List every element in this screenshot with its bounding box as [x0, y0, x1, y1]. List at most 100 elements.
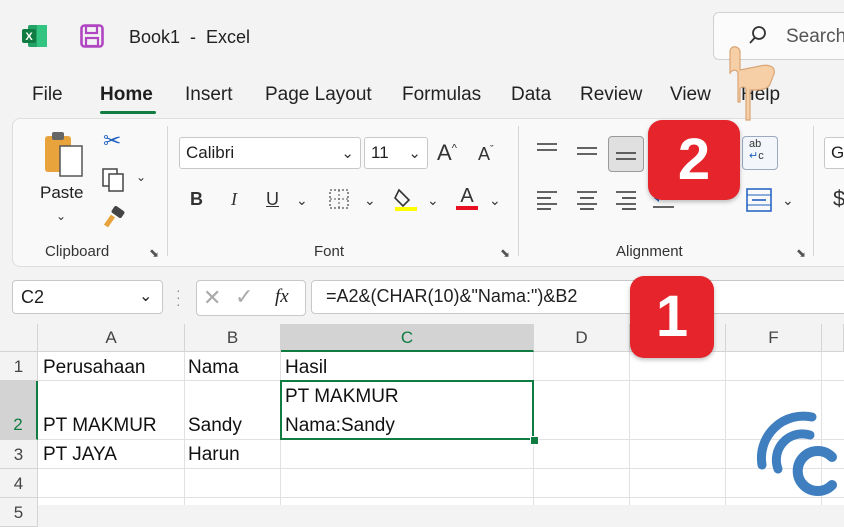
chevron-down-icon: ⌄: [139, 288, 153, 305]
chevron-down-icon: ⌄: [341, 145, 354, 162]
svg-text:A: A: [460, 185, 474, 207]
clipboard-icon: [42, 130, 86, 183]
italic-button[interactable]: I: [231, 189, 237, 210]
alignment-launcher-icon[interactable]: ⬊: [796, 246, 806, 260]
font-color-icon[interactable]: A: [454, 184, 480, 217]
row-header-1[interactable]: 1: [0, 352, 38, 381]
formula-bar-grip-icon: · · ·: [176, 282, 181, 312]
currency-icon[interactable]: $: [833, 186, 844, 212]
watermark-logo-icon: [752, 405, 844, 502]
tab-review[interactable]: Review: [580, 84, 642, 106]
gridline: [38, 497, 844, 498]
fill-handle[interactable]: [530, 436, 539, 445]
cancel-icon[interactable]: ✕: [203, 285, 221, 311]
step-badge-2: 2: [648, 120, 740, 200]
cell-c2-line2: Nama:Sandy: [285, 415, 395, 436]
align-center-icon[interactable]: [576, 190, 598, 215]
ribbon-separator: [813, 126, 814, 256]
merge-chevron-down-icon[interactable]: ⌄: [782, 192, 794, 209]
align-left-icon[interactable]: [536, 190, 558, 215]
merge-center-icon[interactable]: [746, 188, 772, 217]
select-all-corner[interactable]: [0, 324, 38, 352]
row-header-2[interactable]: 2: [0, 381, 38, 440]
column-header-f[interactable]: F: [726, 324, 822, 352]
title-bar: X Book1 - Excel Search: [0, 0, 844, 72]
column-header-a[interactable]: A: [38, 324, 185, 352]
bottom-align-button[interactable]: [608, 136, 644, 172]
number-format-dropdown[interactable]: Ge: [824, 137, 844, 169]
formula-input[interactable]: =A2&(CHAR(10)&"Nama:")&B2: [311, 280, 844, 314]
name-box[interactable]: C2 ⌄: [12, 280, 163, 314]
font-name-dropdown[interactable]: Calibri ⌄: [179, 137, 361, 169]
underline-button[interactable]: U: [266, 189, 279, 210]
cell-b1[interactable]: Nama: [188, 357, 239, 379]
window-title: Book1 - Excel: [129, 27, 251, 47]
ribbon-separator: [518, 126, 519, 256]
cell-a2[interactable]: PT MAKMUR: [43, 415, 157, 437]
align-right-icon[interactable]: [615, 190, 637, 215]
fill-color-chevron-down-icon[interactable]: ⌄: [427, 192, 439, 209]
column-header-c[interactable]: C: [281, 324, 534, 352]
clipboard-launcher-icon[interactable]: ⬊: [149, 246, 159, 260]
excel-logo-icon: X: [22, 24, 48, 48]
cell-b2[interactable]: Sandy: [188, 415, 242, 437]
fill-color-icon[interactable]: [393, 186, 419, 217]
font-size-dropdown[interactable]: 11 ⌄: [364, 137, 428, 169]
middle-align-icon[interactable]: [576, 144, 598, 167]
tab-formulas[interactable]: Formulas: [402, 84, 481, 106]
paste-button[interactable]: Paste: [40, 183, 83, 203]
formula-buttons: ✕ ✓ fx: [196, 280, 306, 316]
cell-b3[interactable]: Harun: [188, 444, 240, 466]
font-color-chevron-down-icon[interactable]: ⌄: [489, 192, 501, 209]
cell-c1[interactable]: Hasil: [285, 357, 327, 379]
cell-a1[interactable]: Perusahaan: [43, 357, 145, 379]
svg-text:X: X: [25, 31, 33, 43]
enter-icon[interactable]: ✓: [235, 284, 253, 310]
gridline: [184, 352, 185, 505]
tab-view[interactable]: View: [670, 84, 711, 106]
wrap-text-glyph: ab ↵c: [749, 138, 764, 162]
underline-chevron-down-icon[interactable]: ⌄: [296, 192, 308, 209]
column-header-partial[interactable]: [822, 324, 844, 352]
gridline: [38, 468, 844, 469]
gridline: [629, 352, 630, 505]
search-placeholder: Search: [786, 26, 844, 47]
top-align-icon[interactable]: [536, 142, 558, 163]
paste-chevron-down-icon[interactable]: ⌄: [56, 209, 66, 223]
tab-page-layout[interactable]: Page Layout: [265, 84, 372, 106]
column-header-b[interactable]: B: [185, 324, 281, 352]
tab-home[interactable]: Home: [100, 84, 153, 106]
tab-file[interactable]: File: [32, 84, 63, 106]
borders-icon[interactable]: [328, 188, 350, 215]
row-header-5[interactable]: 5: [0, 498, 38, 527]
step-badge-1: 1: [630, 276, 714, 358]
wrap-text-icon[interactable]: ab ↵c: [742, 136, 778, 170]
increase-font-size-icon[interactable]: A^: [437, 140, 457, 166]
font-size-value: 11: [371, 143, 389, 162]
insert-function-button[interactable]: fx: [275, 286, 289, 308]
chevron-down-icon: ⌄: [408, 145, 421, 162]
save-icon[interactable]: [80, 24, 104, 48]
copy-icon[interactable]: [101, 167, 125, 198]
ribbon-separator: [167, 126, 168, 256]
decrease-font-size-icon[interactable]: Aˇ: [478, 144, 494, 165]
row-header-3[interactable]: 3: [0, 440, 38, 469]
tab-data[interactable]: Data: [511, 84, 551, 106]
cell-c2-line1: PT MAKMUR: [285, 386, 399, 407]
borders-chevron-down-icon[interactable]: ⌄: [364, 192, 376, 209]
active-tab-indicator: [100, 111, 156, 114]
copy-chevron-down-icon[interactable]: ⌄: [136, 170, 146, 184]
bottom-align-icon: [616, 152, 636, 160]
row-header-4[interactable]: 4: [0, 469, 38, 498]
font-launcher-icon[interactable]: ⬊: [500, 246, 510, 260]
name-box-value: C2: [21, 287, 45, 307]
cell-a3[interactable]: PT JAYA: [43, 444, 117, 466]
bold-button[interactable]: B: [190, 189, 203, 210]
tab-insert[interactable]: Insert: [185, 84, 233, 106]
format-painter-icon[interactable]: [100, 206, 126, 235]
column-header-d[interactable]: D: [534, 324, 630, 352]
font-name-value: Calibri: [186, 143, 235, 162]
number-format-value: Ge: [831, 143, 844, 162]
cut-icon[interactable]: ✂: [103, 128, 121, 154]
font-group-label: Font: [314, 243, 345, 260]
